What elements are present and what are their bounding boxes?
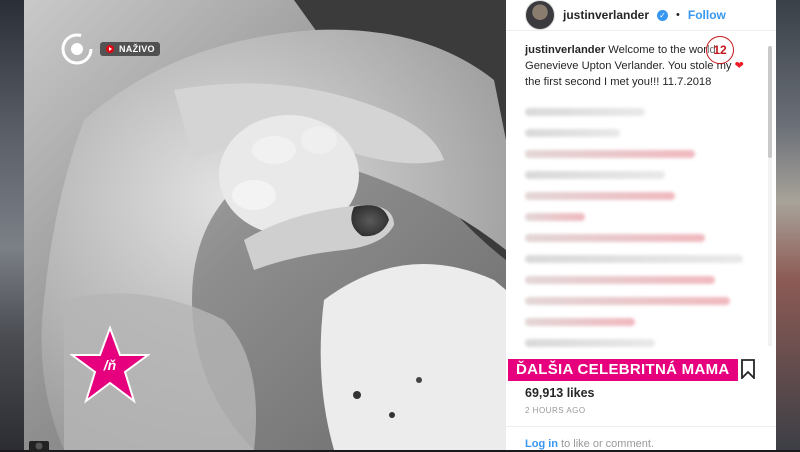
- show-tag-banner: ĎALŠIA CELEBRITNÁ MAMA: [508, 359, 738, 381]
- tv-background-left: [0, 0, 24, 450]
- login-suffix: to like or comment.: [558, 438, 654, 450]
- follow-button[interactable]: Follow: [688, 8, 726, 22]
- separator-dot: •: [676, 9, 680, 21]
- login-link[interactable]: Log in: [525, 438, 558, 450]
- instagram-post-panel: justinverlander ✓ • Follow justinverland…: [506, 0, 776, 450]
- username[interactable]: justinverlander: [563, 8, 649, 22]
- login-prompt: Log in to like or comment.: [525, 438, 654, 450]
- blurred-comments: [525, 108, 755, 360]
- verified-badge-icon: ✓: [657, 9, 669, 21]
- caption-text-2: the first second I met you!!! 11.7.2018: [525, 76, 712, 88]
- channel-logo: NAŽIVO: [60, 32, 160, 66]
- divider: [506, 426, 776, 427]
- caption-username[interactable]: justinverlander: [525, 44, 605, 56]
- live-dot-icon: [106, 45, 114, 53]
- live-label: NAŽIVO: [119, 44, 155, 54]
- post-header: justinverlander ✓ • Follow: [506, 0, 776, 31]
- channel-logo-icon: [61, 33, 93, 65]
- annotation-number-badge: 12: [706, 36, 734, 64]
- post-time: 2 HOURS AGO: [525, 406, 586, 415]
- heart-icon: ❤: [734, 60, 744, 72]
- star-logo-icon: /ň: [70, 325, 150, 404]
- live-indicator: NAŽIVO: [100, 42, 160, 56]
- scrollbar-thumb[interactable]: [768, 46, 772, 158]
- bookmark-icon[interactable]: [740, 359, 756, 379]
- avatar[interactable]: [525, 0, 555, 30]
- svg-text:/ň: /ň: [103, 357, 116, 373]
- tv-background-right: [776, 0, 800, 450]
- likes-count: 69,913 likes: [525, 386, 595, 400]
